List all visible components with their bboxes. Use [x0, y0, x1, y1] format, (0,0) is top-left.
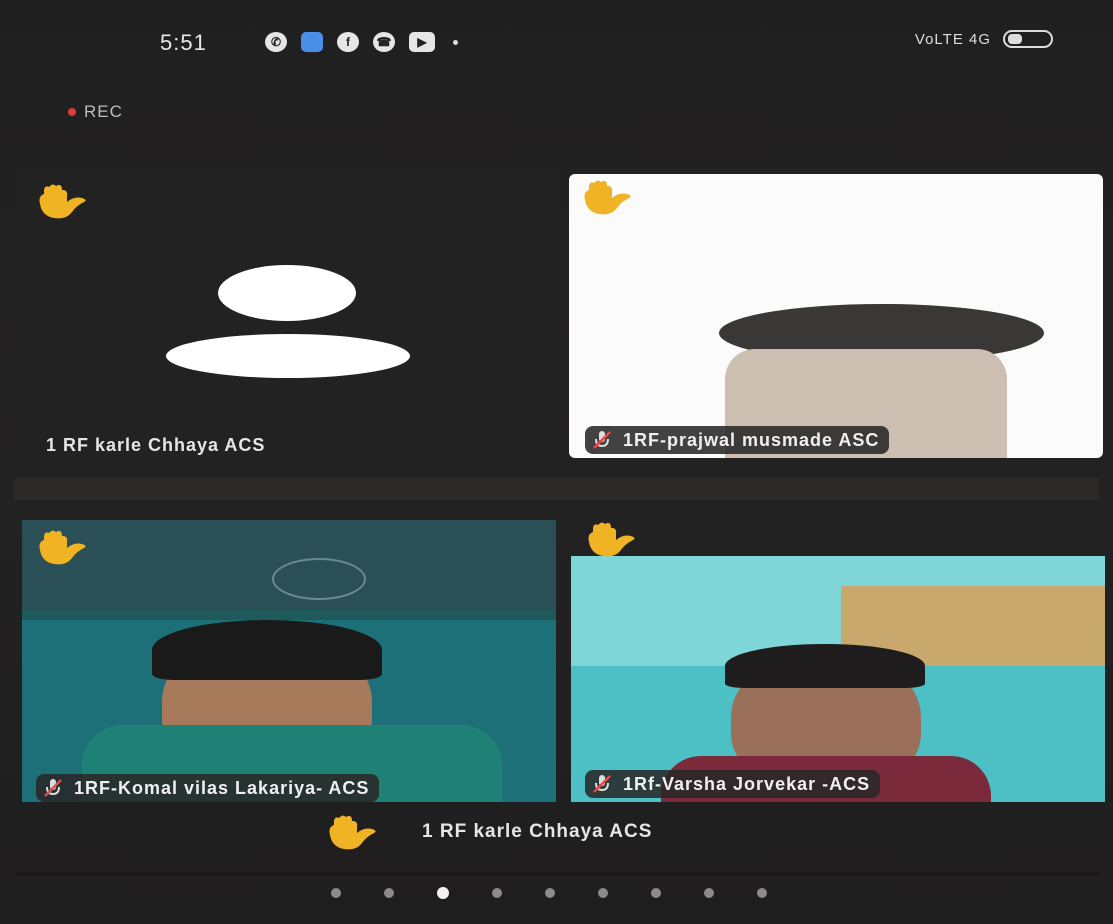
phone-icon: ☎ [373, 32, 395, 52]
youtube-icon: ▶ [409, 32, 435, 52]
raised-hand-icon [583, 520, 637, 558]
system-status: VoLTE 4G [915, 30, 1053, 48]
more-notifications-icon [453, 39, 458, 45]
recording-label: REC [84, 102, 123, 121]
participant-tile-1[interactable]: 1 RF karle Chhaya ACS [20, 170, 560, 465]
page-dot[interactable] [651, 888, 661, 898]
page-dot[interactable] [757, 888, 767, 898]
page-dot[interactable] [545, 888, 555, 898]
notification-name: 1 RF karle Chhaya ACS [422, 821, 653, 842]
page-dot[interactable] [492, 888, 502, 898]
participant-video [571, 556, 1105, 802]
participant-name-tag: 1Rf-Varsha Jorvekar -ACS [585, 770, 881, 798]
messages-icon [301, 32, 323, 52]
bottom-divider [14, 872, 1099, 876]
whatsapp-icon: ✆ [265, 32, 287, 52]
muted-mic-icon [42, 777, 64, 799]
page-indicator[interactable] [0, 887, 1113, 899]
record-dot-icon [68, 108, 76, 116]
raised-hand-icon [34, 528, 88, 566]
raised-hand-icon [579, 178, 633, 216]
participant-name: 1 RF karle Chhaya ACS [46, 435, 266, 455]
page-dot[interactable] [384, 888, 394, 898]
participant-name: 1Rf-Varsha Jorvekar -ACS [623, 773, 871, 794]
participant-tile-2[interactable]: 1RF-prajwal musmade ASC [569, 174, 1103, 458]
meeting-screen: 5:51 ✆ f ☎ ▶ VoLTE 4G REC 1 RF karle Chh… [0, 0, 1113, 924]
recording-indicator: REC [68, 102, 123, 122]
page-dot[interactable] [331, 888, 341, 898]
page-dot[interactable] [704, 888, 714, 898]
participant-name-tag: 1RF-Komal vilas Lakariya- ACS [36, 774, 380, 802]
network-signal-icon: VoLTE 4G [914, 30, 991, 48]
battery-icon [1003, 30, 1053, 48]
raised-hand-icon [34, 182, 88, 220]
grid-divider [14, 478, 1099, 500]
status-bar: 5:51 ✆ f ☎ ▶ VoLTE 4G [160, 28, 1053, 58]
page-dot-active[interactable] [437, 887, 449, 899]
page-dot[interactable] [598, 888, 608, 898]
participant-tile-3[interactable]: 1RF-Komal vilas Lakariya- ACS [22, 520, 556, 802]
notification-icons: ✆ f ☎ ▶ [265, 32, 458, 52]
facebook-icon: f [337, 32, 359, 52]
participant-tile-4[interactable]: 1Rf-Varsha Jorvekar -ACS [571, 520, 1105, 802]
participant-video [22, 520, 556, 802]
muted-mic-icon [591, 773, 613, 795]
participant-name-tag: 1RF-prajwal musmade ASC [585, 426, 890, 454]
raised-hand-notification[interactable]: 1 RF karle Chhaya ACS [324, 812, 652, 852]
raised-hand-icon [324, 813, 378, 851]
status-time: 5:51 [160, 30, 207, 55]
participant-name: 1RF-Komal vilas Lakariya- ACS [74, 777, 370, 798]
muted-mic-icon [591, 429, 613, 451]
avatar-body [166, 334, 410, 378]
avatar-head [218, 265, 356, 321]
participant-name: 1RF-prajwal musmade ASC [623, 429, 880, 450]
